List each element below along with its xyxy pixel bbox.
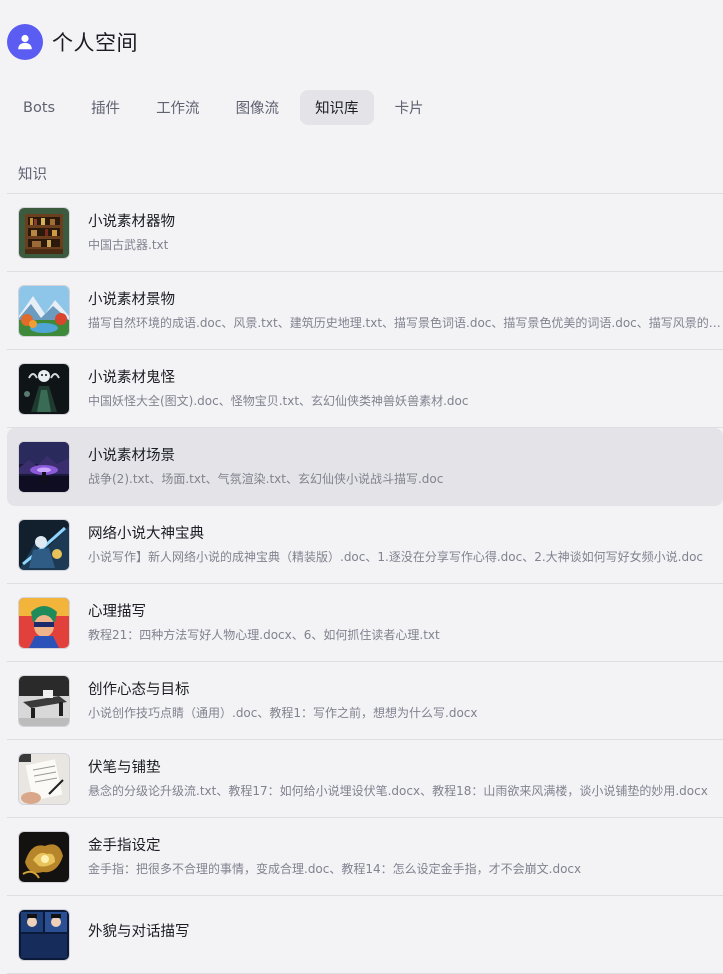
item-name: 小说素材鬼怪: [88, 370, 175, 386]
item-files: 中国古武器.txt: [88, 238, 169, 252]
list-item[interactable]: 心理描写 教程21：四种方法写好人物心理.docx、6、如何抓住读者心理.txt: [7, 584, 723, 662]
item-name: 网络小说大神宝典: [88, 526, 204, 542]
list-item[interactable]: 伏笔与铺垫 悬念的分级论升级流.txt、教程17：如何给小说埋设伏笔.docx、…: [7, 740, 723, 818]
list-item[interactable]: 外貌与对话描写: [7, 896, 723, 974]
bookshelf-image: [18, 206, 70, 259]
ghost-image: [18, 362, 70, 415]
item-name: 小说素材器物: [88, 214, 175, 230]
user-icon[interactable]: [7, 24, 43, 60]
item-name: 外貌与对话描写: [88, 924, 190, 940]
page-header: 个人空间: [7, 24, 138, 60]
list-item[interactable]: 小说素材场景 战争(2).txt、场面.txt、气氛渲染.txt、玄幻仙侠小说战…: [7, 428, 723, 506]
writing-image: [18, 752, 70, 805]
section-label: 知识: [18, 167, 47, 183]
item-files: 描写自然环境的成语.doc、风景.txt、建筑历史地理.txt、描写景色词语.d…: [88, 316, 721, 330]
list-item[interactable]: 网络小说大神宝典 小说写作】新人网络小说的成神宝典（精装版）.doc、1.逐没在…: [7, 506, 723, 584]
list-item[interactable]: 金手指设定 金手指：把很多不合理的事情，变成合理.doc、教程14：怎么设定金手…: [7, 818, 723, 896]
comic-image: [18, 908, 70, 961]
item-files: 悬念的分级论升级流.txt、教程17：如何给小说埋设伏笔.docx、教程18：山…: [88, 784, 708, 798]
item-files: 教程21：四种方法写好人物心理.docx、6、如何抓住读者心理.txt: [88, 628, 440, 642]
page-title: 个人空间: [52, 31, 138, 55]
list-item[interactable]: 小说素材鬼怪 中国妖怪大全(图文).doc、怪物宝贝.txt、玄幻仙侠类神兽妖兽…: [7, 350, 723, 428]
scene-image: [18, 440, 70, 493]
item-files: 中国妖怪大全(图文).doc、怪物宝贝.txt、玄幻仙侠类神兽妖兽素材.doc: [88, 394, 469, 408]
item-files: 金手指：把很多不合理的事情，变成合理.doc、教程14：怎么设定金手指，才不会崩…: [88, 862, 582, 876]
item-name: 创作心态与目标: [88, 682, 190, 698]
desk-image: [18, 674, 70, 727]
list-item[interactable]: 创作心态与目标 小说创作技巧点睛（通用）.doc、教程1：写作之前，想想为什么写…: [7, 662, 723, 740]
knowledge-list: 小说素材器物 中国古武器.txt 小说素材景物 描写自然环境的成语.doc、风景…: [7, 193, 723, 974]
list-item[interactable]: 小说素材器物 中国古武器.txt: [7, 194, 723, 272]
tab-bar: Bots 插件 工作流 图像流 知识库 卡片: [8, 90, 445, 125]
warrior-image: [18, 518, 70, 571]
tab-bots[interactable]: Bots: [8, 90, 70, 125]
tab-knowledge[interactable]: 知识库: [300, 90, 374, 125]
tab-imageflow[interactable]: 图像流: [221, 90, 295, 125]
list-item[interactable]: 小说素材景物 描写自然环境的成语.doc、风景.txt、建筑历史地理.txt、描…: [7, 272, 723, 350]
item-files: 小说创作技巧点睛（通用）.doc、教程1：写作之前，想想为什么写.docx: [88, 706, 478, 720]
item-name: 小说素材景物: [88, 292, 175, 308]
item-name: 心理描写: [88, 604, 146, 620]
tab-cards[interactable]: 卡片: [380, 90, 439, 125]
item-files: 战争(2).txt、场面.txt、气氛渲染.txt、玄幻仙侠小说战斗描写.doc: [88, 472, 444, 486]
item-name: 伏笔与铺垫: [88, 760, 161, 776]
tab-plugins[interactable]: 插件: [76, 90, 135, 125]
item-name: 金手指设定: [88, 838, 161, 854]
item-files: 小说写作】新人网络小说的成神宝典（精装版）.doc、1.逐没在分享写作心得.do…: [88, 550, 704, 564]
item-name: 小说素材场景: [88, 448, 175, 464]
landscape-image: [18, 284, 70, 337]
hero-image: [18, 596, 70, 649]
golden-image: [18, 830, 70, 883]
tab-workflow[interactable]: 工作流: [141, 90, 215, 125]
